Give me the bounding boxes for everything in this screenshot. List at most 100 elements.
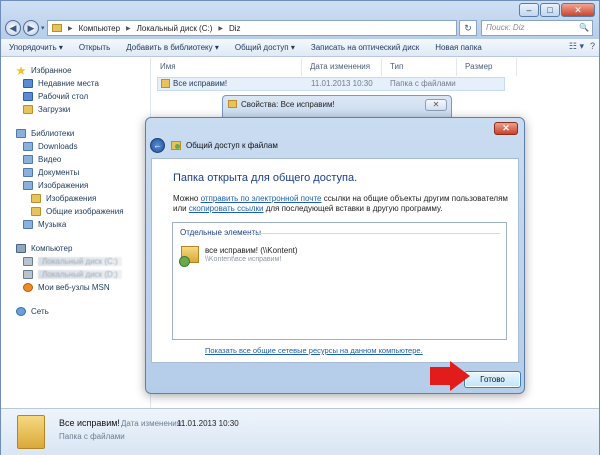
- breadcrumb-diz[interactable]: Diz: [229, 24, 241, 33]
- libraries-icon: [16, 129, 26, 138]
- sidebar-item-label: Избранное: [31, 66, 72, 75]
- minimize-button[interactable]: –: [519, 3, 539, 17]
- text-suffix: для последующей вставки в другую програм…: [265, 204, 443, 213]
- dialog-body: Папка открыта для общего доступа. Можно …: [151, 158, 519, 363]
- column-header-type[interactable]: Тип: [382, 58, 457, 76]
- dialog-title: Общий доступ к файлам: [186, 140, 278, 150]
- sidebar-item-images[interactable]: Изображения: [23, 181, 88, 190]
- address-bar[interactable]: ▶ Компьютер ▶ Локальный диск (C:) ▶ Diz: [47, 20, 457, 36]
- network-icon: [16, 307, 26, 316]
- annotation-arrow-icon: [430, 361, 470, 391]
- row-date: 11.01.2013 10:30: [311, 79, 373, 88]
- view-options-icon[interactable]: ☷ ▾: [569, 41, 584, 52]
- sidebar-item-lib-downloads[interactable]: Downloads: [23, 142, 78, 151]
- refresh-button[interactable]: ↻: [459, 20, 477, 36]
- shared-folder-icon: [171, 140, 181, 150]
- music-library-icon: [23, 220, 33, 229]
- view-controls: ☷ ▾ ?: [569, 41, 595, 52]
- sidebar-item-desktop[interactable]: Рабочий стол: [23, 92, 88, 101]
- sidebar-item-label: Рабочий стол: [38, 92, 89, 101]
- star-icon: [16, 66, 26, 75]
- column-header-size[interactable]: Размер: [457, 58, 517, 76]
- search-input[interactable]: Поиск: Diz 🔍: [481, 20, 593, 36]
- arrow-shape: [430, 361, 470, 391]
- sidebar-item-public-images[interactable]: Общие изображения: [31, 207, 124, 216]
- sidebar-item-favorites[interactable]: Избранное: [16, 66, 72, 75]
- sidebar-item-computer[interactable]: Компьютер: [16, 244, 72, 253]
- back-arrow-icon[interactable]: ←: [150, 137, 165, 153]
- documents-library-icon: [23, 168, 33, 177]
- folder-icon: [228, 100, 237, 108]
- folder-icon: [161, 79, 170, 88]
- recent-places-icon: [23, 79, 33, 88]
- email-link[interactable]: отправить по электронной почте: [201, 194, 322, 203]
- sidebar-item-recent[interactable]: Недавние места: [23, 79, 99, 88]
- folder-icon: [17, 415, 45, 449]
- breadcrumb-drive-c[interactable]: Локальный диск (C:): [137, 24, 213, 33]
- details-type: Папка с файлами: [59, 432, 125, 441]
- window-controls: – □ ✕: [519, 3, 595, 17]
- copy-links-link[interactable]: скопировать ссылки: [189, 204, 264, 213]
- share-button[interactable]: Общий доступ ▾: [227, 43, 303, 52]
- add-to-library-button[interactable]: Добавить в библиотеку ▾: [118, 43, 227, 52]
- show-all-shares-link[interactable]: Показать все общие сетевые ресурсы на да…: [205, 346, 423, 355]
- details-date-label: Дата изменения:: [121, 419, 184, 428]
- nav-buttons: ◀ ▶ ▾: [5, 19, 49, 37]
- sidebar-item-label: Downloads: [38, 142, 78, 151]
- computer-icon: [16, 244, 26, 253]
- title-bar: – □ ✕ ◀ ▶ ▾ ▶ Компьютер ▶ Локальный диск…: [1, 1, 599, 39]
- column-header-date[interactable]: Дата изменения: [302, 58, 382, 76]
- shared-item-name[interactable]: все исправим! (\\Kontent): [205, 246, 298, 255]
- back-arrow-icon[interactable]: ◀: [5, 20, 21, 36]
- organize-button[interactable]: Упорядочить ▾: [1, 43, 71, 52]
- sidebar-item-label: Видео: [38, 155, 62, 164]
- library-icon: [23, 142, 33, 151]
- breadcrumb-computer[interactable]: Компьютер: [79, 24, 120, 33]
- properties-close-button[interactable]: ✕: [425, 99, 447, 111]
- forward-arrow-icon[interactable]: ▶: [23, 20, 39, 36]
- maximize-button[interactable]: □: [540, 3, 560, 17]
- close-button[interactable]: ✕: [561, 3, 595, 17]
- chevron-right-icon[interactable]: ▶: [126, 25, 131, 32]
- sidebar-item-music[interactable]: Музыка: [23, 220, 66, 229]
- sidebar-item-msn[interactable]: Мои веб-узлы MSN: [23, 283, 110, 292]
- sidebar-item-label: Общие изображения: [46, 207, 124, 216]
- done-button[interactable]: Готово: [464, 371, 521, 388]
- sidebar-item-label: Документы: [38, 168, 80, 177]
- help-icon[interactable]: ?: [590, 41, 595, 52]
- sidebar-item-drive-c[interactable]: Локальный диск (C:): [23, 257, 122, 266]
- shared-item-path: \\Kontent\все исправим!: [205, 256, 282, 263]
- chevron-right-icon[interactable]: ▶: [218, 25, 223, 32]
- sidebar-item-drive-d[interactable]: Локальный диск (D:): [23, 270, 122, 279]
- sidebar-item-images-sub[interactable]: Изображения: [31, 194, 96, 203]
- burn-button[interactable]: Записать на оптический диск: [303, 43, 427, 52]
- properties-title: Свойства: Все исправим!: [241, 100, 335, 109]
- sidebar-item-label: Компьютер: [31, 244, 73, 253]
- chevron-right-icon[interactable]: ▶: [68, 25, 73, 32]
- column-header-name[interactable]: Имя: [152, 58, 302, 76]
- shared-items-list: Отдельные элементы все исправим! (\\Kont…: [172, 222, 507, 340]
- sidebar-item-label: Музыка: [38, 220, 67, 229]
- dialog-header: ← Общий доступ к файлам: [150, 136, 520, 154]
- drive-icon: [23, 257, 33, 266]
- sidebar-item-network[interactable]: Сеть: [16, 307, 49, 316]
- row-type: Папка с файлами: [390, 79, 456, 88]
- search-placeholder: Поиск: Diz: [486, 23, 525, 32]
- sidebar-item-video[interactable]: Видео: [23, 155, 61, 164]
- new-folder-button[interactable]: Новая папка: [427, 43, 490, 52]
- sidebar-item-label: Недавние места: [38, 79, 99, 88]
- sidebar-item-label: Локальный диск (D:): [38, 270, 122, 279]
- video-library-icon: [23, 155, 33, 164]
- open-button[interactable]: Открыть: [71, 43, 118, 52]
- search-icon[interactable]: 🔍: [579, 21, 589, 35]
- sidebar-item-libraries[interactable]: Библиотеки: [16, 129, 74, 138]
- dialog-close-button[interactable]: ✕: [494, 122, 518, 135]
- details-date: 11.01.2013 10:30: [177, 419, 239, 428]
- sidebar-item-documents[interactable]: Документы: [23, 168, 79, 177]
- images-library-icon: [23, 181, 33, 190]
- sidebar-item-label: Мои веб-узлы MSN: [38, 283, 110, 292]
- folder-icon: [31, 207, 41, 216]
- folder-icon: [31, 194, 41, 203]
- sidebar-item-downloads[interactable]: Загрузки: [23, 105, 70, 114]
- recent-pages-dropdown-icon[interactable]: ▾: [41, 24, 45, 32]
